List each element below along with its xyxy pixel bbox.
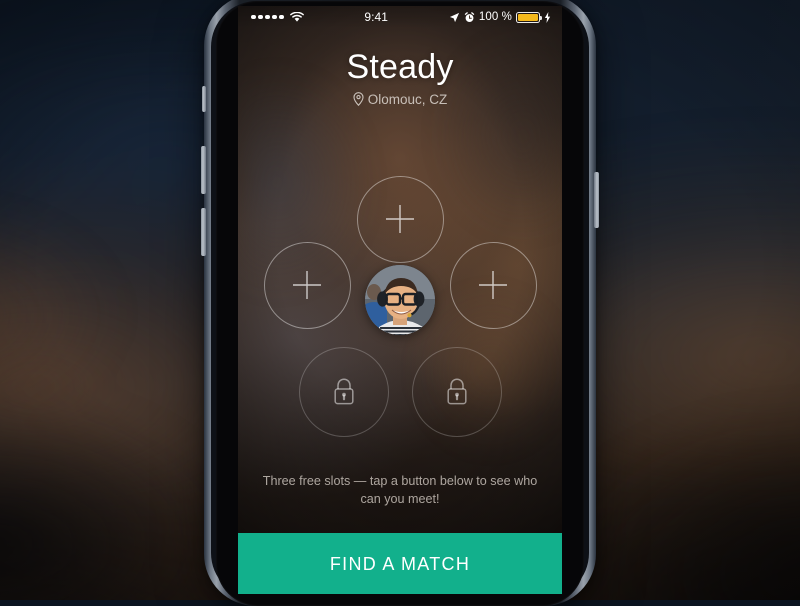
lock-icon xyxy=(447,378,467,405)
hint-text: Three free slots — tap a button below to… xyxy=(262,474,538,507)
find-a-match-button[interactable]: FIND A MATCH xyxy=(238,533,562,594)
slot-right-add-button[interactable] xyxy=(449,241,537,329)
status-bar-left xyxy=(238,11,304,23)
page-title: Steady xyxy=(346,48,454,86)
plus-icon xyxy=(293,271,321,299)
signal-dot xyxy=(279,14,284,20)
app-header: Steady Olomouc, CZ xyxy=(238,48,562,107)
avatar[interactable] xyxy=(365,265,435,335)
signal-strength-dots xyxy=(251,14,284,20)
slot-top-add-button[interactable] xyxy=(356,175,444,263)
power-button[interactable] xyxy=(594,172,599,228)
signal-dot xyxy=(265,14,270,20)
battery-percent-label: 100 % xyxy=(478,11,512,23)
signal-dot xyxy=(258,14,263,20)
volume-down-button[interactable] xyxy=(201,208,206,256)
battery-full-icon xyxy=(516,11,542,23)
avatar-photo xyxy=(365,265,435,335)
location-row: Olomouc, CZ xyxy=(238,92,562,107)
battery-fill xyxy=(518,13,538,21)
location-label: Olomouc, CZ xyxy=(367,91,448,107)
lightning-bolt-icon xyxy=(544,11,551,23)
slot-bottom-left-locked[interactable] xyxy=(299,347,389,437)
wifi-icon xyxy=(289,11,304,22)
signal-dot xyxy=(272,14,277,20)
status-bar-right: 100 % xyxy=(449,11,562,23)
silent-switch[interactable] xyxy=(202,86,206,112)
slot-left-add-button[interactable] xyxy=(263,241,351,329)
location-arrow-icon xyxy=(449,12,459,22)
battery-cap xyxy=(540,15,542,20)
alarm-clock-icon xyxy=(464,11,475,22)
volume-up-button[interactable] xyxy=(201,146,206,194)
phone-screen: 9:41 100 % Steady Olomouc, CZ Three free… xyxy=(238,6,562,594)
status-bar: 9:41 100 % xyxy=(238,6,562,28)
plus-icon xyxy=(386,205,414,233)
slot-bottom-right-locked[interactable] xyxy=(412,347,502,437)
signal-dot xyxy=(251,14,256,20)
map-pin-icon xyxy=(353,92,364,107)
lock-icon xyxy=(334,378,354,405)
plus-icon xyxy=(479,271,507,299)
status-bar-clock: 9:41 xyxy=(364,10,389,24)
